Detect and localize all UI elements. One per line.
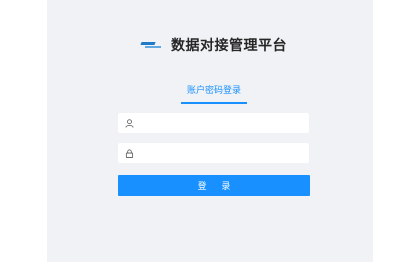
user-icon bbox=[124, 118, 134, 128]
brand-header: 数据对接管理平台 bbox=[140, 34, 287, 56]
password-input[interactable] bbox=[138, 145, 309, 161]
login-page: 数据对接管理平台 账户密码登录 登 录 bbox=[0, 0, 420, 262]
password-field[interactable] bbox=[118, 143, 309, 163]
lock-icon bbox=[124, 148, 134, 158]
brand-logo-icon bbox=[140, 40, 161, 50]
username-input[interactable] bbox=[138, 115, 309, 131]
page-title: 数据对接管理平台 bbox=[171, 38, 287, 54]
login-button[interactable]: 登 录 bbox=[118, 175, 310, 196]
username-field[interactable] bbox=[118, 113, 309, 133]
active-tab-indicator bbox=[181, 102, 247, 104]
tab-account-password-login[interactable]: 账户密码登录 bbox=[181, 85, 247, 103]
